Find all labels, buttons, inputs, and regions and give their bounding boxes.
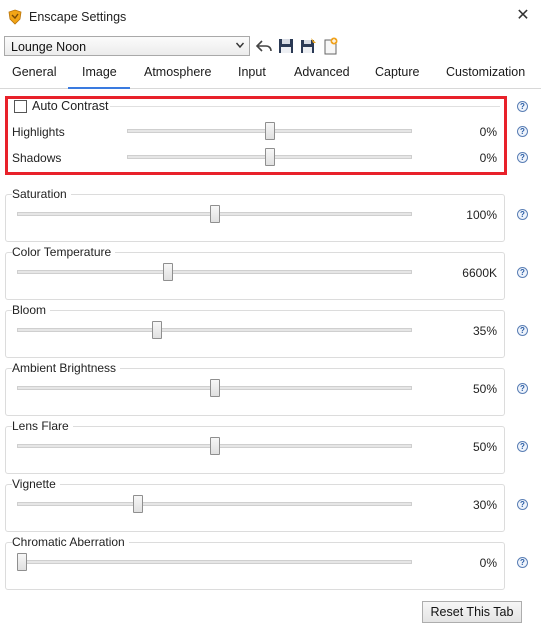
color-temperature-slider-track[interactable]	[17, 270, 412, 274]
ambient-brightness-value: 50%	[472, 382, 497, 396]
window-title: Enscape Settings	[29, 10, 127, 24]
enscape-logo-icon	[8, 9, 22, 25]
bloom-group	[5, 310, 505, 358]
auto-contrast-checkbox[interactable]	[14, 100, 27, 113]
preset-selected-value: Lounge Noon	[11, 40, 87, 54]
chromatic-aberration-group	[5, 542, 505, 590]
new-preset-icon[interactable]	[321, 37, 339, 55]
color-temperature-slider-thumb[interactable]	[163, 263, 174, 281]
help-icon[interactable]: ?	[517, 441, 528, 452]
ambient-brightness-slider-thumb[interactable]	[209, 379, 220, 397]
tab-capture[interactable]: Capture	[375, 65, 419, 79]
highlights-value: 0%	[479, 125, 497, 139]
auto-contrast-label: Auto Contrast	[32, 99, 109, 113]
help-icon[interactable]: ?	[517, 152, 528, 163]
close-button[interactable]: ✕	[514, 7, 532, 25]
chromatic-aberration-slider-thumb[interactable]	[17, 553, 27, 571]
lens-flare-group	[5, 426, 505, 474]
help-icon[interactable]: ?	[517, 101, 528, 112]
tab-image[interactable]: Image	[82, 65, 117, 79]
slider-label-highlights: Highlights	[12, 125, 69, 139]
help-icon[interactable]: ?	[517, 126, 528, 137]
help-icon[interactable]: ?	[517, 209, 528, 220]
section-divider	[110, 106, 500, 107]
ambient-brightness-group	[5, 368, 505, 416]
chromatic-aberration-value: 0%	[479, 556, 497, 570]
slider-label-ambient-brightness: Ambient Brightness	[12, 361, 121, 375]
highlights-slider-thumb[interactable]	[264, 122, 275, 140]
help-icon[interactable]: ?	[517, 557, 528, 568]
help-icon[interactable]: ?	[517, 499, 528, 510]
saturation-group	[5, 194, 505, 242]
tab-advanced[interactable]: Advanced	[294, 65, 350, 79]
saturation-value: 100%	[466, 208, 497, 222]
tab-atmosphere[interactable]: Atmosphere	[144, 65, 211, 79]
shadows-slider-thumb[interactable]	[264, 148, 275, 166]
reset-tab-button[interactable]: Reset This Tab	[422, 601, 522, 623]
tab-general[interactable]: General	[12, 65, 56, 79]
tab-bar: General Image Atmosphere Input Advanced …	[0, 60, 541, 89]
bloom-slider-track[interactable]	[17, 328, 412, 332]
slider-label-color-temperature: Color Temperature	[12, 245, 116, 259]
lens-flare-value: 50%	[472, 440, 497, 454]
chromatic-aberration-slider-track[interactable]	[17, 560, 412, 564]
help-icon[interactable]: ?	[517, 325, 528, 336]
help-icon[interactable]: ?	[517, 383, 528, 394]
save-as-icon[interactable]	[299, 37, 317, 55]
bloom-slider-thumb[interactable]	[151, 321, 162, 339]
vignette-slider-track[interactable]	[17, 502, 412, 506]
active-tab-indicator	[68, 87, 130, 89]
tab-input[interactable]: Input	[238, 65, 266, 79]
slider-label-vignette: Vignette	[12, 477, 60, 491]
saturation-slider-thumb[interactable]	[209, 205, 220, 223]
help-icon[interactable]: ?	[517, 267, 528, 278]
bloom-value: 35%	[472, 324, 497, 338]
color-temperature-group	[5, 252, 505, 300]
vignette-group	[5, 484, 505, 532]
chevron-down-icon	[235, 42, 245, 49]
undo-icon[interactable]	[255, 37, 273, 55]
slider-label-shadows: Shadows	[12, 151, 66, 165]
lens-flare-slider-thumb[interactable]	[209, 437, 220, 455]
slider-label-chromatic-aberration: Chromatic Aberration	[12, 535, 129, 549]
preset-dropdown[interactable]: Lounge Noon	[4, 36, 250, 56]
vignette-slider-thumb[interactable]	[132, 495, 143, 513]
save-icon[interactable]	[277, 37, 295, 55]
tab-customization[interactable]: Customization	[446, 65, 525, 79]
slider-label-lens-flare: Lens Flare	[12, 419, 73, 433]
slider-label-bloom: Bloom	[12, 303, 51, 317]
vignette-value: 30%	[472, 498, 497, 512]
slider-label-saturation: Saturation	[12, 187, 71, 201]
color-temperature-value: 6600K	[462, 266, 497, 280]
shadows-value: 0%	[479, 151, 497, 165]
title-bar: Enscape Settings ✕	[0, 0, 541, 34]
